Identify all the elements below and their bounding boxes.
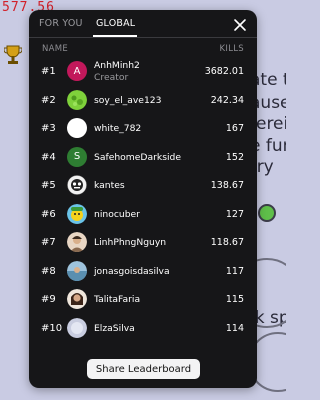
leaderboard-row[interactable]: #6 ninocuber 127 [29, 201, 257, 230]
avatar[interactable] [67, 260, 87, 281]
kills-value: 167 [225, 123, 244, 134]
username[interactable]: LinhPhngNguyn [94, 237, 166, 248]
creator-badge: Creator [94, 72, 129, 83]
avatar-image [67, 317, 87, 338]
kills-value: 127 [225, 208, 244, 220]
rank: #1 [41, 66, 56, 77]
avatar-image [67, 289, 87, 309]
rank: #7 [41, 237, 56, 248]
avatar[interactable] [67, 175, 87, 195]
avatar[interactable] [67, 118, 87, 138]
trophy-icon [4, 45, 22, 64]
username[interactable]: kantes [94, 180, 125, 191]
avatar[interactable]: S [67, 146, 87, 167]
username[interactable]: ninocuber [94, 209, 140, 220]
avatar[interactable]: A [67, 61, 87, 81]
leaderboard-list: #1 A AnhMinh2 Creator 3682.01 #2 soy_el_… [29, 58, 257, 343]
username[interactable]: soy_el_ave123 [94, 95, 162, 106]
leaderboard-row[interactable]: #7 LinhPhngNguyn 118.67 [29, 229, 257, 258]
avatar-image [67, 260, 87, 281]
tab-global[interactable]: GLOBAL [96, 18, 135, 29]
rank: #2 [41, 94, 56, 106]
kills-value: 152 [225, 151, 244, 163]
avatar-image [67, 203, 87, 224]
avatar[interactable] [67, 289, 87, 309]
avatar[interactable] [67, 232, 87, 252]
username[interactable]: ElzaSilva [94, 323, 135, 334]
column-header-name: NAME [42, 44, 69, 54]
leaderboard-row[interactable]: #10 ElzaSilva 114 [29, 315, 257, 344]
kills-value: 138.67 [210, 180, 244, 191]
username[interactable]: TalitaFaria [94, 294, 140, 305]
leaderboard-row[interactable]: #4 S SafehomeDarkside 152 [29, 144, 257, 173]
leaderboard-row[interactable]: #1 A AnhMinh2 Creator 3682.01 [29, 58, 257, 87]
leaderboard-row[interactable]: #2 soy_el_ave123 242.34 [29, 87, 257, 116]
avatar-image [67, 175, 87, 195]
tab-divider [29, 37, 257, 38]
leaderboard-row[interactable]: #9 TalitaFaria 115 [29, 286, 257, 315]
close-icon[interactable] [230, 15, 250, 35]
rank: #6 [41, 208, 56, 220]
avatar[interactable] [67, 317, 87, 338]
kills-value: 115 [225, 294, 244, 305]
leaderboard-row[interactable]: #8 jonasgoisdasilva 117 [29, 258, 257, 287]
username[interactable]: white_782 [94, 123, 141, 134]
avatar[interactable] [67, 89, 87, 110]
avatar-image [67, 89, 87, 110]
kills-value: 114 [225, 322, 244, 334]
leaderboard-modal: FOR YOU GLOBAL NAME KILLS #1 A AnhMinh2 … [29, 10, 257, 388]
leaderboard-row[interactable]: #3 white_782 167 [29, 115, 257, 144]
rank: #10 [41, 322, 63, 334]
rank: #3 [41, 123, 56, 134]
rank: #8 [41, 265, 56, 277]
tab-bar: FOR YOU GLOBAL [29, 10, 257, 42]
username[interactable]: AnhMinh2 [94, 60, 140, 71]
background-green-dot [258, 204, 276, 222]
share-leaderboard-button[interactable]: Share Leaderboard [87, 359, 200, 379]
kills-value: 117 [225, 265, 244, 277]
kills-value: 242.34 [210, 94, 244, 106]
tab-for-you[interactable]: FOR YOU [39, 18, 83, 29]
avatar-image [67, 232, 87, 252]
username[interactable]: SafehomeDarkside [94, 152, 181, 163]
rank: #4 [41, 151, 56, 163]
avatar[interactable] [67, 203, 87, 224]
username[interactable]: jonasgoisdasilva [94, 266, 170, 277]
rank: #5 [41, 180, 56, 191]
kills-value: 3682.01 [204, 66, 244, 77]
kills-value: 118.67 [210, 237, 244, 248]
column-header-kills: KILLS [219, 44, 244, 54]
rank: #9 [41, 294, 56, 305]
leaderboard-row[interactable]: #5 kantes 138.67 [29, 172, 257, 201]
